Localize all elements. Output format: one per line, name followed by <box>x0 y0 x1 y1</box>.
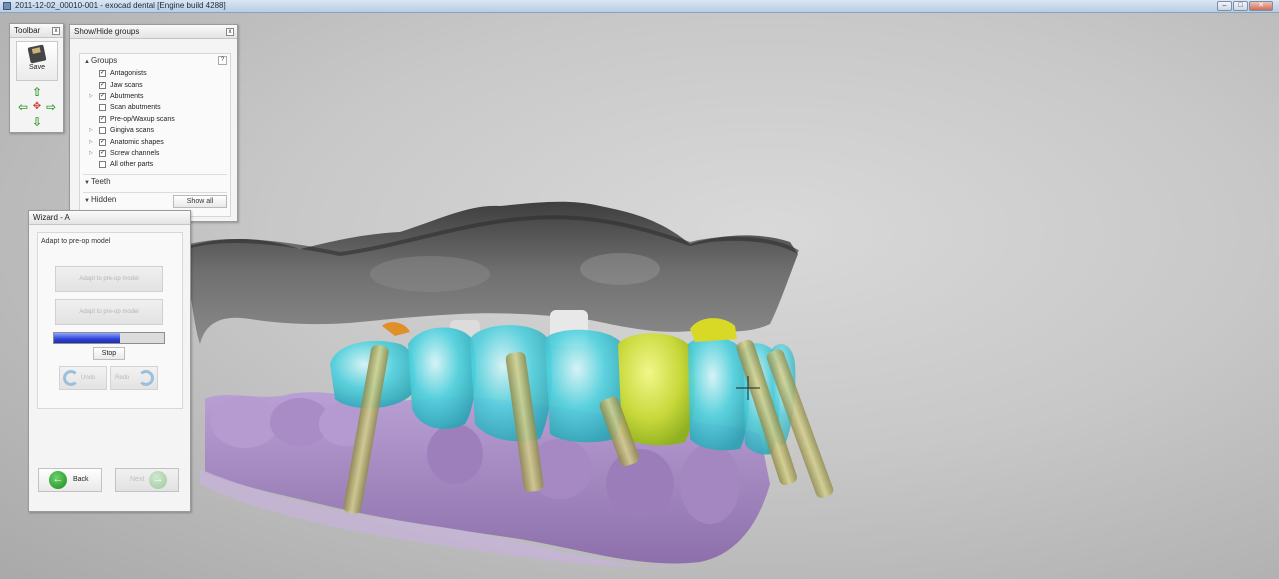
minimize-button[interactable]: – <box>1217 1 1232 11</box>
group-label: Jaw scans <box>110 81 143 89</box>
arrow-right-icon[interactable]: ⇨ <box>45 101 57 113</box>
redo-label: Redo <box>115 375 130 381</box>
save-button[interactable]: Save <box>16 41 58 81</box>
show-all-button[interactable]: Show all <box>173 194 227 208</box>
groups-label: Groups <box>91 56 118 65</box>
move-center-icon[interactable]: ✥ <box>31 101 43 113</box>
group-label: Screw channels <box>110 149 160 157</box>
group-checkbox[interactable]: ✓ <box>99 92 106 100</box>
group-label: All other parts <box>110 161 154 169</box>
next-label: Next <box>130 476 145 483</box>
teeth-section-header[interactable]: ▼Teeth <box>80 175 230 189</box>
close-button[interactable]: ✕ <box>1249 1 1273 11</box>
hidden-section-header[interactable]: ▼Hidden Show all <box>80 193 230 208</box>
next-arrow-icon: → <box>149 471 167 489</box>
teeth-label: Teeth <box>91 176 111 186</box>
group-item[interactable]: ✓ Antagonists <box>89 68 230 79</box>
redo-button[interactable]: Redo <box>110 366 158 390</box>
redo-icon <box>138 370 154 386</box>
group-item[interactable]: ▷ ✓ Screw channels <box>89 148 230 159</box>
group-item[interactable]: ▷ ✓ Abutments <box>89 91 230 102</box>
group-item[interactable]: ▷ ✓ Anatomic shapes <box>89 136 230 147</box>
wizard-header: Wizard - A <box>29 211 190 225</box>
group-label: Antagonists <box>110 70 147 78</box>
group-item[interactable]: Scan abutments <box>89 102 230 113</box>
undo-button[interactable]: Undo <box>59 366 107 390</box>
group-checkbox[interactable]: ✓ <box>99 138 106 146</box>
group-item[interactable]: ✓ Jaw scans <box>89 79 230 90</box>
help-button[interactable]: ? <box>218 56 227 65</box>
progress-bar <box>53 332 165 344</box>
hidden-label: Hidden <box>91 194 117 204</box>
window-controls: – □ ✕ <box>1217 1 1273 11</box>
wizard-step-box: Adapt to pre-op model Adapt to pre-op mo… <box>37 232 183 409</box>
show-hide-body: ▲Groups ? ✓ Antagonists ✓ Jaw scans ▷ ✓ Abutme… <box>79 53 231 217</box>
group-checkbox[interactable] <box>99 161 106 169</box>
show-hide-title: Show/Hide groups <box>74 27 140 36</box>
undo-icon <box>63 370 79 386</box>
progress-fill <box>54 333 120 343</box>
stop-button[interactable]: Stop <box>93 347 125 360</box>
adapt-button-2[interactable]: Adapt to pre-op model <box>55 299 163 325</box>
back-label: Back <box>73 476 89 483</box>
group-checkbox[interactable]: ✓ <box>99 70 106 78</box>
wizard-panel: Wizard - A Adapt to pre-op model Adapt t… <box>28 210 191 512</box>
group-label: Pre-op/Waxup scans <box>110 115 175 123</box>
arrow-down-icon[interactable]: ⇩ <box>31 116 43 128</box>
groups-list: ✓ Antagonists ✓ Jaw scans ▷ ✓ Abutments Scan ab… <box>80 68 230 171</box>
pin-icon[interactable]: x <box>226 28 234 36</box>
collapse-triangle-icon: ▲ <box>84 59 90 65</box>
toolbar-title: Toolbar <box>14 26 41 35</box>
view-navigation-pad: ⇧ ⇦ ✥ ⇨ ⇩ <box>16 86 58 130</box>
save-label: Save <box>29 64 45 71</box>
expand-arrow-icon[interactable]: ▷ <box>89 148 99 159</box>
arrow-up-icon[interactable]: ⇧ <box>31 86 43 98</box>
group-checkbox[interactable] <box>99 104 106 112</box>
show-hide-header: Show/Hide groups x <box>70 25 237 39</box>
group-label: Anatomic shapes <box>110 138 164 146</box>
pin-icon[interactable]: x <box>52 27 60 35</box>
group-label: Abutments <box>110 92 144 100</box>
wizard-step-title: Adapt to pre-op model <box>41 238 111 245</box>
adapt-button-1[interactable]: Adapt to pre-op model <box>55 266 163 292</box>
show-hide-groups-panel: Show/Hide groups x ▲Groups ? ✓ Antagonist… <box>69 24 238 222</box>
expand-triangle-icon: ▼ <box>84 179 90 186</box>
group-checkbox[interactable]: ✓ <box>99 81 106 89</box>
title-bar: 2011-12-02_00010-001 - exocad dental [En… <box>0 0 1279 13</box>
group-checkbox[interactable] <box>99 127 106 135</box>
group-label: Gingiva scans <box>110 127 154 135</box>
next-button[interactable]: Next → <box>115 468 179 492</box>
expand-arrow-icon[interactable]: ▷ <box>89 137 99 148</box>
group-checkbox[interactable]: ✓ <box>99 149 106 157</box>
app-icon <box>3 2 11 10</box>
group-item[interactable]: ✓ Pre-op/Waxup scans <box>89 114 230 125</box>
group-label: Scan abutments <box>110 104 161 112</box>
group-checkbox[interactable]: ✓ <box>99 115 106 123</box>
toolbar-header: Toolbar x <box>10 24 63 38</box>
maximize-button[interactable]: □ <box>1233 1 1248 11</box>
group-item[interactable]: All other parts <box>89 159 230 170</box>
floppy-disk-icon <box>27 44 47 64</box>
group-item[interactable]: ▷ Gingiva scans <box>89 125 230 136</box>
arrow-left-icon[interactable]: ⇦ <box>17 101 29 113</box>
groups-section-header[interactable]: ▲Groups ? <box>80 54 230 68</box>
window-title: 2011-12-02_00010-001 - exocad dental [En… <box>15 1 226 10</box>
undo-label: Undo <box>81 375 96 381</box>
wizard-title: Wizard - A <box>33 213 70 222</box>
expand-triangle-icon: ▼ <box>84 197 90 204</box>
toolbar-panel: Toolbar x Save ⇧ ⇦ ✥ ⇨ ⇩ <box>9 23 64 133</box>
expand-arrow-icon[interactable]: ▷ <box>89 91 99 102</box>
back-arrow-icon: ← <box>49 471 67 489</box>
expand-arrow-icon[interactable]: ▷ <box>89 125 99 136</box>
back-button[interactable]: ← Back <box>38 468 102 492</box>
